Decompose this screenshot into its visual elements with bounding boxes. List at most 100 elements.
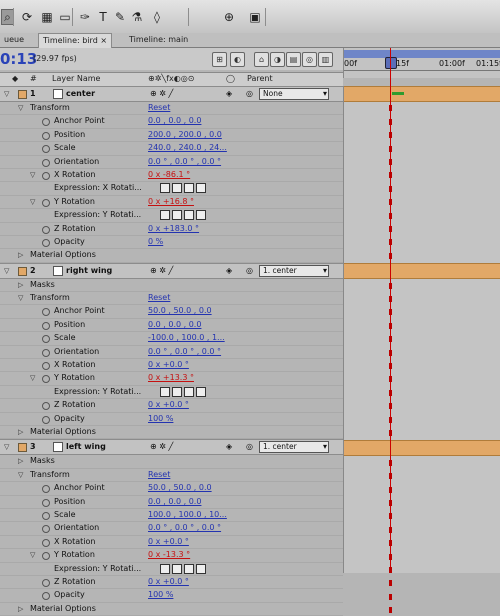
layer-duration-bar[interactable] xyxy=(344,440,500,457)
stopwatch-icon[interactable] xyxy=(42,171,50,180)
property-row[interactable]: Scale 240.0 , 240.0 , 24... xyxy=(0,142,343,156)
property-row[interactable]: Opacity 0 % xyxy=(0,236,343,250)
expand-triangle-icon[interactable]: ▽ xyxy=(4,264,9,278)
label-color-swatch[interactable] xyxy=(18,266,27,276)
layer-name[interactable]: center xyxy=(66,87,95,101)
reset-button[interactable]: Reset xyxy=(148,102,170,114)
property-value[interactable]: 0 % xyxy=(148,236,163,248)
property-row[interactable]: Orientation 0.0 ° , 0.0 ° , 0.0 ° xyxy=(0,156,343,169)
layer-name[interactable]: left wing xyxy=(66,440,106,454)
property-row[interactable]: ▽ X Rotation 0 x -86.1 ° xyxy=(0,169,343,183)
property-group-row[interactable]: ▷ Material Options xyxy=(0,603,343,616)
stopwatch-icon[interactable] xyxy=(42,498,50,507)
pen-icon[interactable]: ✑ xyxy=(78,10,92,24)
stopwatch-icon[interactable] xyxy=(42,362,50,371)
property-value[interactable]: 0.0 ° , 0.0 ° , 0.0 ° xyxy=(148,522,221,534)
rectangle-icon[interactable]: ▭ xyxy=(58,10,72,24)
live-update-icon[interactable]: ◐ xyxy=(230,52,245,67)
expand-triangle-icon[interactable]: ▽ xyxy=(18,469,23,481)
stopwatch-icon[interactable] xyxy=(42,592,50,601)
expression-enable-icon[interactable] xyxy=(160,386,170,397)
layer-duration-bar[interactable] xyxy=(344,263,500,280)
stopwatch-icon[interactable] xyxy=(42,238,50,247)
expression-language-menu-icon[interactable] xyxy=(196,183,206,194)
expression-enable-icon[interactable] xyxy=(160,183,170,194)
work-area-bar[interactable] xyxy=(344,50,500,58)
collapse-triangle-icon[interactable]: ▷ xyxy=(18,455,23,467)
layer-name[interactable]: right wing xyxy=(66,264,112,278)
expression-row[interactable]: Expression: Y Rotati...wiggle(2,50,1) xyxy=(0,209,397,223)
expand-triangle-icon[interactable]: ▽ xyxy=(30,549,35,561)
3d-layer-icon[interactable]: ◈ xyxy=(226,440,232,454)
parent-dropdown[interactable]: 1. center xyxy=(259,441,329,454)
tab-timeline-bird[interactable]: Timeline: bird × xyxy=(38,33,113,48)
timeline-track-area[interactable] xyxy=(343,86,500,573)
property-row[interactable]: Anchor Point 50.0 , 50.0 , 0.0 xyxy=(0,305,343,319)
property-value[interactable]: 100 % xyxy=(148,413,173,425)
property-value[interactable]: 50.0 , 50.0 , 0.0 xyxy=(148,482,212,494)
property-row[interactable]: Orientation 0.0 ° , 0.0 ° , 0.0 ° xyxy=(0,346,343,360)
current-time-indicator-head[interactable] xyxy=(385,57,397,69)
expression-row[interactable]: Expression: Y Rotati...-thisComp.layer("… xyxy=(0,563,489,576)
pick-whip-icon[interactable]: ◎ xyxy=(246,87,253,101)
collapse-triangle-icon[interactable]: ▷ xyxy=(18,249,23,261)
collapse-triangle-icon[interactable]: ▷ xyxy=(18,426,23,438)
property-group-row[interactable]: ▽ Transform Reset xyxy=(0,469,343,483)
property-value[interactable]: 50.0 , 50.0 , 0.0 xyxy=(148,305,212,317)
property-row[interactable]: Scale -100.0 , 100.0 , 1... xyxy=(0,332,343,346)
property-row[interactable]: Orientation 0.0 ° , 0.0 ° , 0.0 ° xyxy=(0,522,343,536)
property-value[interactable]: 0 x +0.0 ° xyxy=(148,359,189,371)
layer-duration-bar[interactable] xyxy=(344,86,500,102)
property-row[interactable]: Position 200.0 , 200.0 , 0.0 xyxy=(0,129,343,143)
pick-whip-icon[interactable]: ◎ xyxy=(246,264,253,278)
stopwatch-icon[interactable] xyxy=(42,375,50,384)
reset-button[interactable]: Reset xyxy=(148,469,170,481)
expression-graph-icon[interactable] xyxy=(172,386,182,397)
composition-mini-flowchart-icon[interactable]: ⊞ xyxy=(212,52,227,67)
property-row[interactable]: ▽ Y Rotation 0 x -13.3 ° xyxy=(0,549,343,563)
property-row[interactable]: Position 0.0 , 0.0 , 0.0 xyxy=(0,319,343,333)
brush-icon[interactable]: ✎ xyxy=(113,10,127,24)
expand-triangle-icon[interactable]: ▽ xyxy=(4,440,9,454)
property-value[interactable]: -100.0 , 100.0 , 1... xyxy=(148,332,225,344)
expression-graph-icon[interactable] xyxy=(172,210,182,221)
stopwatch-icon[interactable] xyxy=(42,415,50,424)
expression-enable-icon[interactable] xyxy=(160,563,170,574)
expression-row[interactable]: Expression: Y Rotati...60*Math.sin(15*ti… xyxy=(0,386,424,400)
expand-triangle-icon[interactable]: ▽ xyxy=(30,169,35,181)
clone-stamp-icon[interactable]: ⚗ xyxy=(130,10,144,24)
layer-row[interactable]: ▽ 1 center ⊕ ✲ ╱ ◈ ◎ None xyxy=(0,86,343,102)
motion-blur-icon[interactable]: ◎ xyxy=(302,52,317,67)
property-group-row[interactable]: ▽ Transform Reset xyxy=(0,292,343,306)
expression-enable-icon[interactable] xyxy=(160,210,170,221)
property-value[interactable]: 0.0 , 0.0 , 0.0 xyxy=(148,496,201,508)
expand-triangle-icon[interactable]: ▽ xyxy=(18,102,23,114)
stopwatch-icon[interactable] xyxy=(42,335,50,344)
hide-shy-icon[interactable]: ◑ xyxy=(270,52,285,67)
expression-pickwhip-icon[interactable] xyxy=(184,210,194,221)
current-time[interactable]: 0:13 xyxy=(0,48,37,70)
stopwatch-icon[interactable] xyxy=(42,198,50,207)
stopwatch-icon[interactable] xyxy=(42,308,50,317)
property-row[interactable]: Scale 100.0 , 100.0 , 10... xyxy=(0,509,343,523)
eraser-icon[interactable]: ◊ xyxy=(150,10,164,24)
property-row[interactable]: Z Rotation 0 x +183.0 ° xyxy=(0,223,343,236)
property-row[interactable]: Z Rotation 0 x +0.0 ° xyxy=(0,576,343,590)
expression-row[interactable]: Expression: X Rotati...wiggle(3,70,1,1,1… xyxy=(0,182,439,196)
stopwatch-icon[interactable] xyxy=(42,552,50,561)
expand-triangle-icon[interactable]: ▽ xyxy=(4,87,9,101)
stopwatch-icon[interactable] xyxy=(42,402,50,411)
property-row[interactable]: Z Rotation 0 x +0.0 ° xyxy=(0,399,343,413)
parent-dropdown[interactable]: None xyxy=(259,88,329,100)
collapse-triangle-icon[interactable]: ▷ xyxy=(18,603,23,615)
pan-behind-icon[interactable]: ▦ xyxy=(40,10,54,24)
type-icon[interactable]: T xyxy=(96,10,110,24)
stopwatch-icon[interactable] xyxy=(42,485,50,494)
stopwatch-icon[interactable] xyxy=(42,538,50,547)
property-value[interactable]: 0 x +16.8 ° xyxy=(148,196,194,208)
tab-render-queue[interactable]: ueue xyxy=(0,34,28,46)
3d-layer-icon[interactable]: ◈ xyxy=(226,87,232,101)
property-row[interactable]: ▽ Y Rotation 0 x +13.3 ° xyxy=(0,372,343,386)
stopwatch-icon[interactable] xyxy=(42,525,50,534)
layer-name-column-header[interactable]: Layer Name xyxy=(52,74,100,83)
